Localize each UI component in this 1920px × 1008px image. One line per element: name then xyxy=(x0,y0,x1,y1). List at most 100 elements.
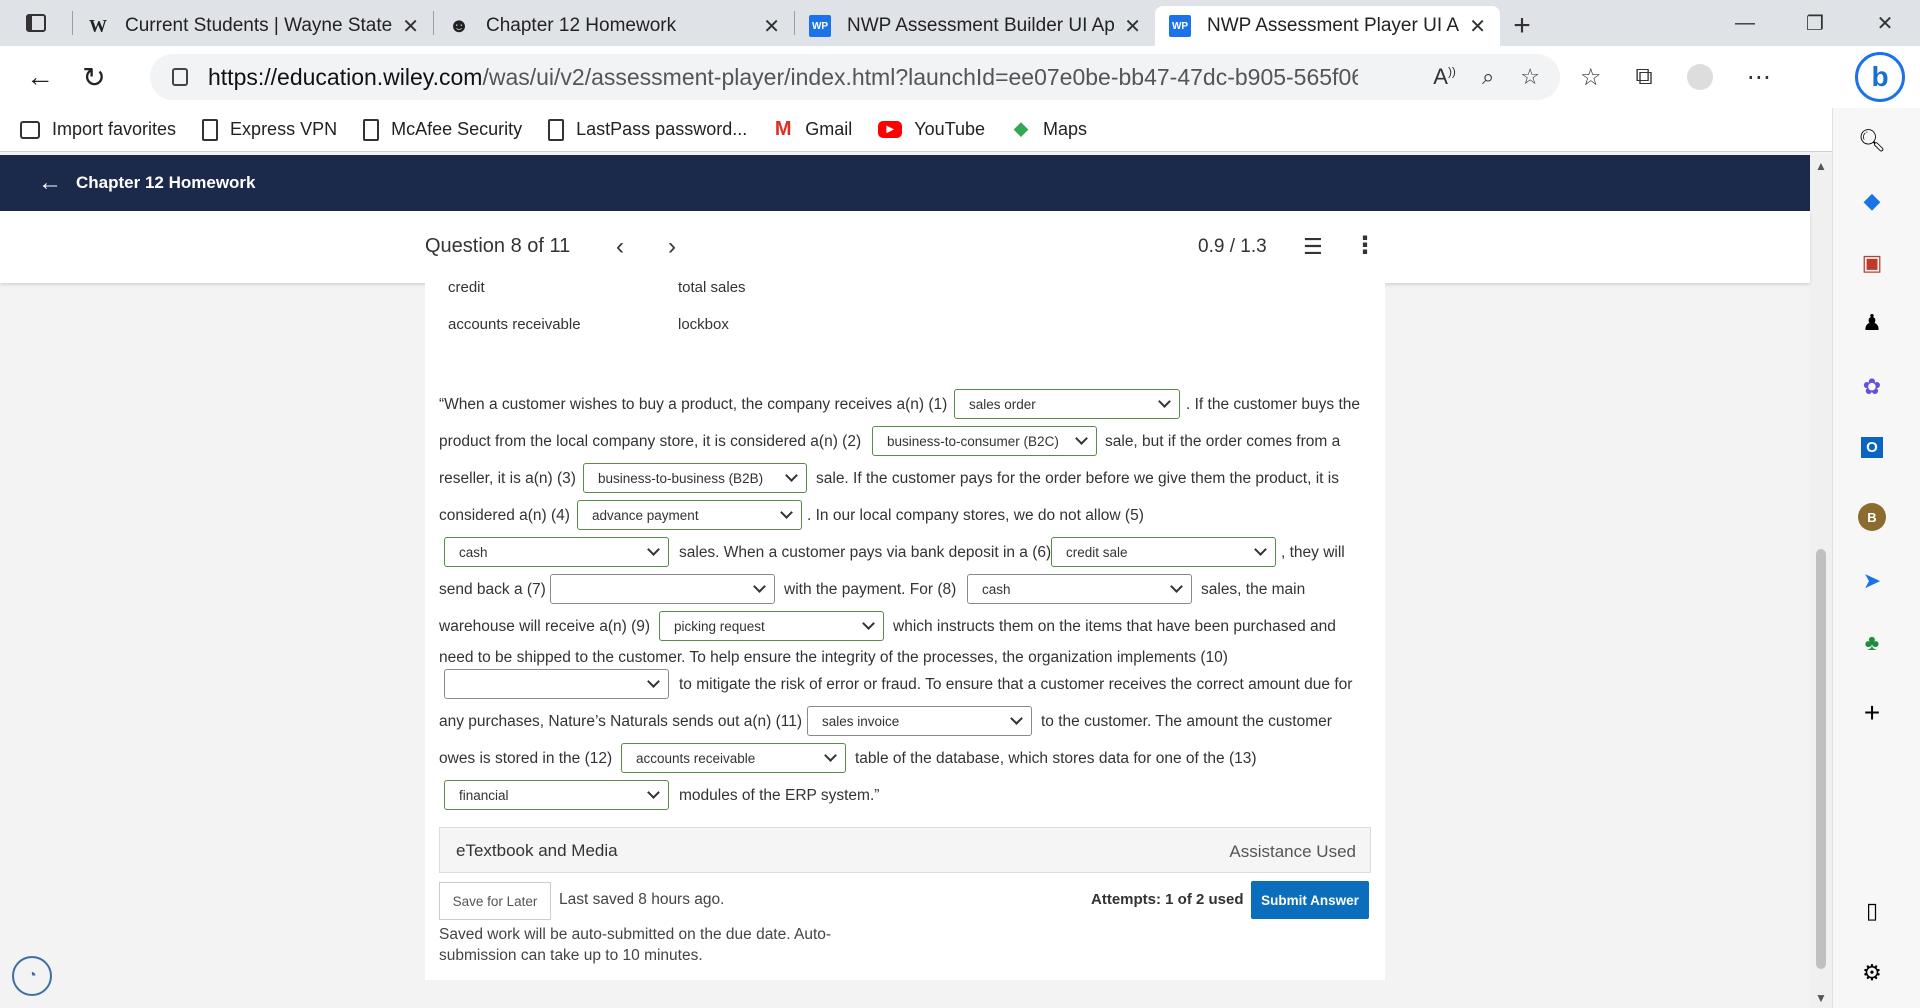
tab-actions-button[interactable] xyxy=(0,0,72,46)
save-for-later-button[interactable]: Save for Later xyxy=(439,882,551,920)
question-list-icon[interactable]: ☰ xyxy=(1303,234,1323,260)
favorite-label: Import favorites xyxy=(52,119,177,139)
tab-assessment-player[interactable]: WP NWP Assessment Player UI Appli ✕ xyxy=(1155,6,1500,46)
new-tab-button[interactable]: + xyxy=(1500,6,1544,46)
settings-gear-icon[interactable]: ⚙ xyxy=(1855,956,1889,990)
scroll-down-arrow-icon[interactable]: ▼ xyxy=(1815,991,1827,1005)
scrollbar-thumb[interactable] xyxy=(1816,549,1826,969)
last-saved-text: Last saved 8 hours ago. xyxy=(559,891,725,908)
favorite-gmail[interactable]: M Gmail xyxy=(773,118,853,141)
back-to-assignment-icon[interactable]: ← xyxy=(38,169,62,197)
passage-text: . In our local company stores, we do not… xyxy=(807,507,1144,524)
profile-icon[interactable] xyxy=(1686,64,1713,90)
tab-chapter-12[interactable]: ☻ Chapter 12 Homework ✕ xyxy=(434,6,794,46)
close-tab-icon[interactable]: ✕ xyxy=(763,14,780,39)
submit-answer-button[interactable]: Submit Answer xyxy=(1251,881,1369,919)
shopping-tag-icon[interactable]: ◆ xyxy=(1855,184,1889,218)
address-bar[interactable]: https://education.wiley.com/was/ui/v2/as… xyxy=(150,54,1560,100)
tab-title: NWP Assessment Player UI Appli xyxy=(1207,15,1460,36)
maps-icon: ⬥ xyxy=(1013,118,1028,140)
dropdown-13[interactable]: financial xyxy=(444,780,669,810)
passage-text: need to be shipped to the customer. To h… xyxy=(439,649,1228,666)
dropdown-value: picking request xyxy=(674,618,765,634)
zoom-icon[interactable]: ⌕ xyxy=(1482,64,1494,90)
dropdown-3[interactable]: business-to-business (B2B) xyxy=(583,463,807,493)
scroll-up-arrow-icon[interactable]: ▲ xyxy=(1815,159,1827,173)
passage-text: reseller, it is a(n) (3) xyxy=(439,470,576,487)
send-icon[interactable]: ➤ xyxy=(1855,564,1889,598)
assignment-title[interactable]: Chapter 12 Homework xyxy=(76,173,256,193)
page-scrollbar[interactable]: ▲ ▼ xyxy=(1810,155,1832,1008)
dropdown-6[interactable]: credit sale xyxy=(1051,537,1276,567)
refresh-button[interactable]: ↻ xyxy=(68,51,120,103)
sidebar-layout-icon[interactable]: ▯ xyxy=(1855,894,1889,928)
browser-toolbar: ← ↻ https://education.wiley.com/was/ui/v… xyxy=(0,46,1920,108)
add-favorite-icon[interactable]: ☆ xyxy=(1520,64,1540,90)
passage-text: which instructs them on the items that h… xyxy=(893,618,1336,635)
tab-assessment-builder[interactable]: WP NWP Assessment Builder UI Appl ✕ xyxy=(795,6,1155,46)
tools-icon[interactable]: ▣ xyxy=(1855,246,1889,280)
favorite-mcafee[interactable]: McAfee Security xyxy=(363,118,522,141)
read-aloud-icon[interactable]: A)) xyxy=(1433,64,1456,90)
tree-icon[interactable]: ♣ xyxy=(1855,626,1889,660)
dropdown-10[interactable] xyxy=(444,669,669,699)
more-vertical-icon[interactable]: ⋮ xyxy=(1353,231,1377,260)
passage-text: warehouse will receive a(n) (9) xyxy=(439,618,651,635)
dropdown-4[interactable]: advance payment xyxy=(577,500,802,530)
etextbook-media-bar[interactable]: eTextbook and Media Assistance Used xyxy=(439,827,1371,873)
dropdown-12[interactable]: accounts receivable xyxy=(621,743,846,773)
favorite-maps[interactable]: ⬥ Maps xyxy=(1011,118,1087,141)
dropdown-value: cash xyxy=(982,581,1011,597)
tab-wayne-state[interactable]: W Current Students | Wayne State C ✕ xyxy=(73,6,433,46)
restore-button[interactable]: ❐ xyxy=(1780,0,1850,46)
more-options-icon[interactable]: ⋯ xyxy=(1747,63,1771,92)
copilot-icon[interactable]: ✿ xyxy=(1855,370,1889,404)
dropdown-8[interactable]: cash xyxy=(967,574,1192,604)
chevron-down-icon xyxy=(824,749,837,762)
collections-icon[interactable]: ⧉ xyxy=(1636,63,1653,91)
dropdown-7[interactable] xyxy=(550,574,775,604)
favorites-icon[interactable]: ☆ xyxy=(1580,63,1602,92)
dropdown-5[interactable]: cash xyxy=(444,537,669,567)
favorite-lastpass[interactable]: LastPass password... xyxy=(548,118,747,141)
passage-text: . If the customer buys the xyxy=(1186,396,1361,413)
passage-text: sales. When a customer pays via bank dep… xyxy=(679,544,1052,561)
url-text[interactable]: https://education.wiley.com/was/ui/v2/as… xyxy=(208,64,1358,91)
dropdown-1[interactable]: sales order xyxy=(954,389,1180,419)
favorite-label: Gmail xyxy=(805,119,853,139)
favorite-label: Maps xyxy=(1042,119,1087,139)
question-score: 0.9 / 1.3 xyxy=(1198,236,1267,257)
outlook-icon[interactable]: O xyxy=(1855,430,1889,464)
favorite-youtube[interactable]: ▶ YouTube xyxy=(878,119,985,140)
passage-text: , they will xyxy=(1281,544,1345,561)
add-sidebar-app-icon[interactable]: + xyxy=(1855,696,1889,730)
close-tab-icon[interactable]: ✕ xyxy=(402,14,419,39)
passage-text: considered a(n) (4) xyxy=(439,507,570,524)
dropdown-2[interactable]: business-to-consumer (B2C) xyxy=(872,426,1097,456)
edge-sidebar: 🔍︎ ◆ ▣ ♟ ✿ O B ➤ ♣ + ▯ ⚙ xyxy=(1832,108,1920,1008)
bing-chat-icon[interactable]: b xyxy=(1855,52,1905,102)
back-button[interactable]: ← xyxy=(14,51,66,103)
favorites-bar: Import favorites Express VPN McAfee Secu… xyxy=(0,108,1920,152)
chevron-down-icon xyxy=(1254,543,1267,556)
close-tab-icon[interactable]: ✕ xyxy=(1124,14,1141,39)
previous-question-chevron-icon[interactable]: ‹ xyxy=(616,233,624,261)
passage-text: send back a (7) xyxy=(439,581,546,598)
close-tab-icon[interactable]: ✕ xyxy=(1469,14,1486,39)
favorite-express-vpn[interactable]: Express VPN xyxy=(202,118,337,141)
next-question-chevron-icon[interactable]: › xyxy=(668,233,676,261)
search-icon[interactable]: 🔍︎ xyxy=(1855,124,1889,158)
b-app-icon[interactable]: B xyxy=(1855,500,1889,534)
passage-text: owes is stored in the (12) xyxy=(439,750,613,767)
games-icon[interactable]: ♟ xyxy=(1855,306,1889,340)
dropdown-11[interactable]: sales invoice xyxy=(807,706,1032,736)
favorite-import[interactable]: Import favorites xyxy=(20,119,176,140)
close-window-button[interactable]: ✕ xyxy=(1850,0,1920,46)
page-icon xyxy=(363,118,380,141)
cookie-settings-icon[interactable]: ◔ xyxy=(12,956,52,996)
tab-title: NWP Assessment Builder UI Appl xyxy=(847,15,1115,36)
chevron-down-icon xyxy=(753,580,766,593)
page-icon xyxy=(548,118,565,141)
minimize-button[interactable]: — xyxy=(1710,0,1780,46)
dropdown-9[interactable]: picking request xyxy=(659,611,884,641)
